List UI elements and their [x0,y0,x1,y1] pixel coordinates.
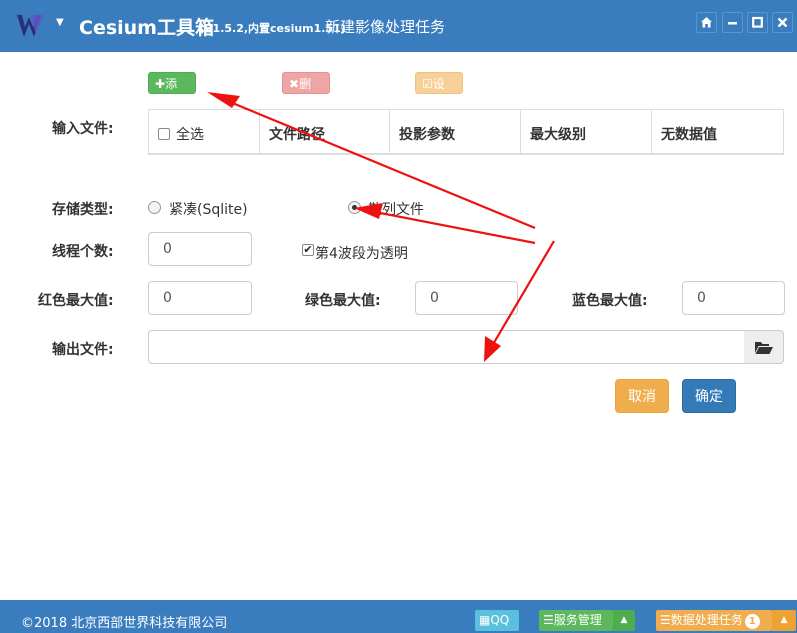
title-bar: ▼ Cesium工具箱 (V1.5.2,内置cesium1.51) 新建影像处理… [0,0,797,52]
green-max-label: 绿色最大值: [305,293,381,309]
column-header-projection[interactable]: 投影参数 [390,110,521,154]
menu-caret-icon[interactable]: ▼ [56,17,64,28]
storage-compact-radio[interactable] [148,201,161,214]
footer-bar: ©2018 北京西部世界科技有限公司 ▦QQ ☰服务管理 ▲ ☰数据处理任务 1 … [0,600,797,633]
remove-icon: ✖ [289,77,300,91]
app-name: Cesium工具箱 [79,17,214,39]
caret-up-icon: ▲ [780,615,788,625]
alpha-band-label[interactable]: 第4波段为透明 [315,243,408,263]
w-logo-icon[interactable] [16,12,50,40]
alpha-band-checkbox[interactable]: ✔ [302,244,314,256]
maximize-button[interactable] [747,12,768,33]
edit-icon: ☑ [422,77,433,91]
input-files-table: 全选 文件路径 投影参数 最大级别 无数据值 [148,109,784,155]
ok-button[interactable]: 确定 [682,379,736,413]
blue-max-label: 蓝色最大值: [572,293,648,309]
annotation-arrows [207,92,555,362]
service-management-label: 服务管理 [553,613,602,627]
app-version: (V1.5.2,内置cesium1.51) [199,22,346,35]
qq-label: QQ [490,613,510,627]
service-management-button[interactable]: ☰服务管理 [539,610,613,631]
storage-hashed-label[interactable]: 散列文件 [368,199,424,219]
blue-max-input[interactable]: 0 [682,281,785,315]
window-title: 新建影像处理任务 [325,18,446,36]
folder-open-icon [755,342,773,354]
storage-type-label: 存储类型: [52,202,114,218]
storage-hashed-radio[interactable] [348,201,361,214]
output-file-label: 输出文件: [52,342,114,358]
output-file-input[interactable] [148,330,745,364]
column-header-max-level[interactable]: 最大级别 [521,110,652,154]
minimize-icon [728,22,737,25]
red-max-label: 红色最大值: [38,293,114,309]
delete-button[interactable]: ✖删除 [282,72,330,113]
copyright-text: ©2018 北京西部世界科技有限公司 [21,616,228,631]
service-dropdown-toggle[interactable]: ▲ [613,610,635,631]
storage-compact-label[interactable]: 紧凑(Sqlite) [169,199,248,219]
home-icon [701,17,712,28]
qq-button[interactable]: ▦QQ [475,610,519,631]
data-tasks-label: 数据处理任务 [670,613,743,627]
cancel-button[interactable]: 取消 [615,379,669,413]
browse-output-button[interactable] [744,330,784,364]
close-button[interactable] [772,12,793,33]
list-icon: ☰ [660,613,671,627]
green-max-input[interactable]: 0 [415,281,518,315]
red-max-input[interactable]: 0 [148,281,252,315]
minimize-button[interactable] [722,12,743,33]
close-icon [777,17,788,28]
data-tasks-button[interactable]: ☰数据处理任务 1 [656,610,772,631]
add-button[interactable]: ✚添加 [148,72,196,113]
tasks-count-badge: 1 [744,614,760,629]
input-files-label: 输入文件: [52,121,114,137]
column-header-nodata[interactable]: 无数据值 [652,110,783,154]
settings-button[interactable]: ☑设置 [415,72,463,113]
maximize-icon [752,16,763,28]
select-all-checkbox[interactable] [158,128,170,140]
tasks-dropdown-toggle[interactable]: ▲ [772,610,796,631]
qrcode-icon: ▦ [479,613,491,627]
select-all-header[interactable]: 全选 [149,110,260,154]
threads-label: 线程个数: [52,244,114,260]
threads-input[interactable]: 0 [148,232,252,266]
caret-up-icon: ▲ [620,615,628,625]
home-button[interactable] [696,12,717,33]
list-icon: ☰ [543,613,554,627]
select-all-label: 全选 [176,127,204,143]
column-header-file-path[interactable]: 文件路径 [260,110,390,154]
plus-icon: ✚ [155,77,166,91]
